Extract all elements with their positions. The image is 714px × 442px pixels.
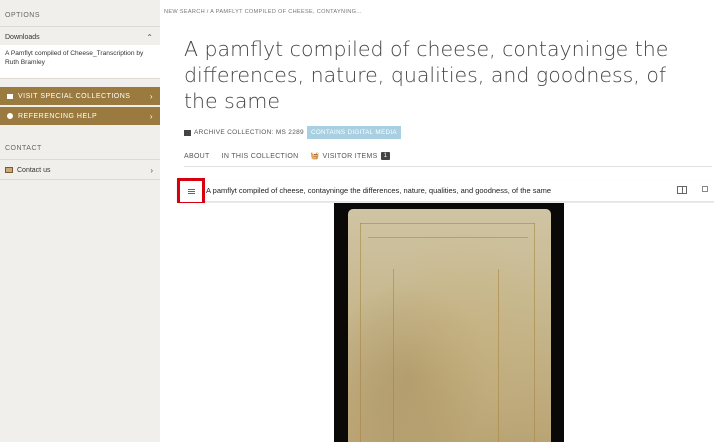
fullscreen-icon[interactable] <box>702 186 708 192</box>
divider <box>0 26 160 27</box>
tab-visitor-label: VISITOR ITEMS <box>322 152 378 160</box>
tab-collection-label: IN THIS COLLECTION <box>221 152 299 160</box>
tabs-divider <box>184 166 712 167</box>
options-heading: OPTIONS <box>5 12 41 19</box>
digital-media-badge: CONTAINS DIGITAL MEDIA <box>306 126 401 139</box>
chevron-up-icon: ⌃ <box>146 32 153 42</box>
visit-label: VISIT SPECIAL COLLECTIONS <box>18 92 131 100</box>
manuscript-page-image[interactable] <box>334 203 564 442</box>
chevron-right-icon: › <box>149 91 153 101</box>
contact-us-link[interactable]: Contact us › <box>0 163 160 177</box>
ruled-line <box>534 223 535 442</box>
mail-icon <box>5 167 13 173</box>
parchment-page <box>348 209 551 442</box>
downloads-toggle[interactable]: Downloads ⌃ <box>0 30 160 44</box>
divider <box>0 159 160 160</box>
visit-special-collections-button[interactable]: VISIT SPECIAL COLLECTIONS › <box>0 87 160 105</box>
basket-icon: 🧺 <box>310 153 320 160</box>
breadcrumb[interactable]: NEW SEARCH / A PAMFLYT COMPILED OF CHEES… <box>164 9 362 15</box>
contact-heading: CONTACT <box>5 145 42 152</box>
tab-in-this-collection[interactable]: IN THIS COLLECTION <box>222 153 299 160</box>
viewer-title: A pamflyt compiled of cheese, contayning… <box>206 186 552 195</box>
sidebar: OPTIONS Downloads ⌃ A Pamflyt compiled o… <box>0 0 160 442</box>
collection-label: ARCHIVE COLLECTION: MS 2289 <box>194 129 304 136</box>
ruled-line <box>498 269 499 442</box>
archive-box-icon <box>184 129 191 136</box>
tab-about[interactable]: ABOUT <box>184 153 210 160</box>
ruled-line <box>368 237 528 238</box>
download-item-label: A Pamflyt compiled of Cheese_Transcripti… <box>5 50 144 66</box>
menu-icon <box>187 189 195 194</box>
page-title: A pamflyt compiled of cheese, contayning… <box>184 37 669 113</box>
building-icon <box>7 93 13 99</box>
tab-about-label: ABOUT <box>184 152 210 160</box>
ruled-line <box>360 223 361 442</box>
ruled-line <box>393 269 394 442</box>
visitor-count-badge: 1 <box>380 152 391 160</box>
downloads-label: Downloads <box>5 33 40 41</box>
item-tabs: ABOUT IN THIS COLLECTION 🧺 VISITOR ITEMS… <box>184 148 402 164</box>
chevron-right-icon: › <box>150 165 153 175</box>
viewer-menu-button[interactable] <box>177 178 205 205</box>
referencing-help-button[interactable]: REFERENCING HELP › <box>0 107 160 125</box>
collection-meta: ARCHIVE COLLECTION: MS 2289 CONTAINS DIG… <box>184 126 401 139</box>
divider <box>0 179 160 180</box>
referencing-label: REFERENCING HELP <box>18 112 98 120</box>
tab-visitor-items[interactable]: 🧺 VISITOR ITEMS 1 <box>310 152 391 160</box>
ruled-line <box>360 223 535 224</box>
contact-us-label: Contact us <box>17 166 51 174</box>
book-view-icon[interactable] <box>677 186 687 194</box>
chevron-right-icon: › <box>149 111 153 121</box>
download-link[interactable]: A Pamflyt compiled of Cheese_Transcripti… <box>0 45 160 79</box>
info-icon <box>7 113 13 119</box>
